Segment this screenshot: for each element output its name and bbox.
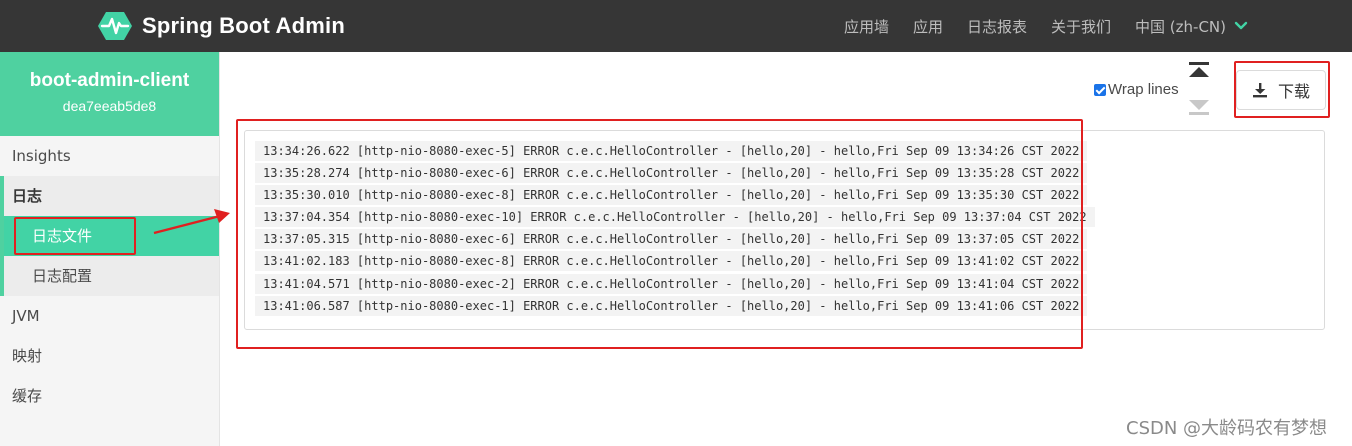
scroll-to-bottom-icon[interactable] <box>1188 98 1210 116</box>
nav-item-about[interactable]: 关于我们 <box>1051 16 1111 37</box>
instance-name: boot-admin-client <box>29 70 190 91</box>
heartbeat-logo-icon <box>98 12 132 40</box>
annotation-box-download <box>1234 61 1330 118</box>
watermark: CSDN @大龄码农有梦想 <box>1126 418 1328 439</box>
wrap-lines-checkbox[interactable] <box>1094 83 1106 96</box>
sidebar-item-jvm[interactable]: JVM <box>0 296 219 336</box>
brand-title: Spring Boot Admin <box>142 13 346 38</box>
chevron-down-icon <box>1234 21 1248 30</box>
wrap-lines-toggle[interactable]: Wrap lines <box>1094 81 1179 98</box>
brand[interactable]: Spring Boot Admin <box>98 10 345 42</box>
language-label: 中国 (zh-CN) <box>1135 17 1226 36</box>
annotation-box-log-content <box>236 119 1083 349</box>
instance-id: dea7eeab5de8 <box>62 98 157 114</box>
annotation-arrow-icon <box>153 209 230 235</box>
nav-item-log-report[interactable]: 日志报表 <box>967 16 1027 37</box>
annotation-box-logfile-menu <box>14 217 136 255</box>
wrap-lines-label: Wrap lines <box>1108 81 1179 98</box>
scroll-to-top-icon[interactable] <box>1188 61 1210 79</box>
nav-item-wallboard[interactable]: 应用墙 <box>844 16 889 37</box>
top-navbar: Spring Boot Admin 应用墙 应用 日志报表 关于我们 中国 (z… <box>0 0 1352 52</box>
sidebar-item-loggers[interactable]: 日志配置 <box>4 256 219 296</box>
nav-menu: 应用墙 应用 日志报表 关于我们 中国 (zh-CN) <box>820 0 1248 52</box>
sidebar-item-insights[interactable]: Insights <box>0 136 219 176</box>
nav-item-applications[interactable]: 应用 <box>913 16 943 37</box>
sidebar-item-mappings[interactable]: 映射 <box>0 336 219 376</box>
sidebar-item-caches[interactable]: 缓存 <box>0 376 219 416</box>
language-dropdown[interactable]: 中国 (zh-CN) <box>1135 16 1248 37</box>
instance-header: boot-admin-client dea7eeab5de8 <box>0 52 219 136</box>
